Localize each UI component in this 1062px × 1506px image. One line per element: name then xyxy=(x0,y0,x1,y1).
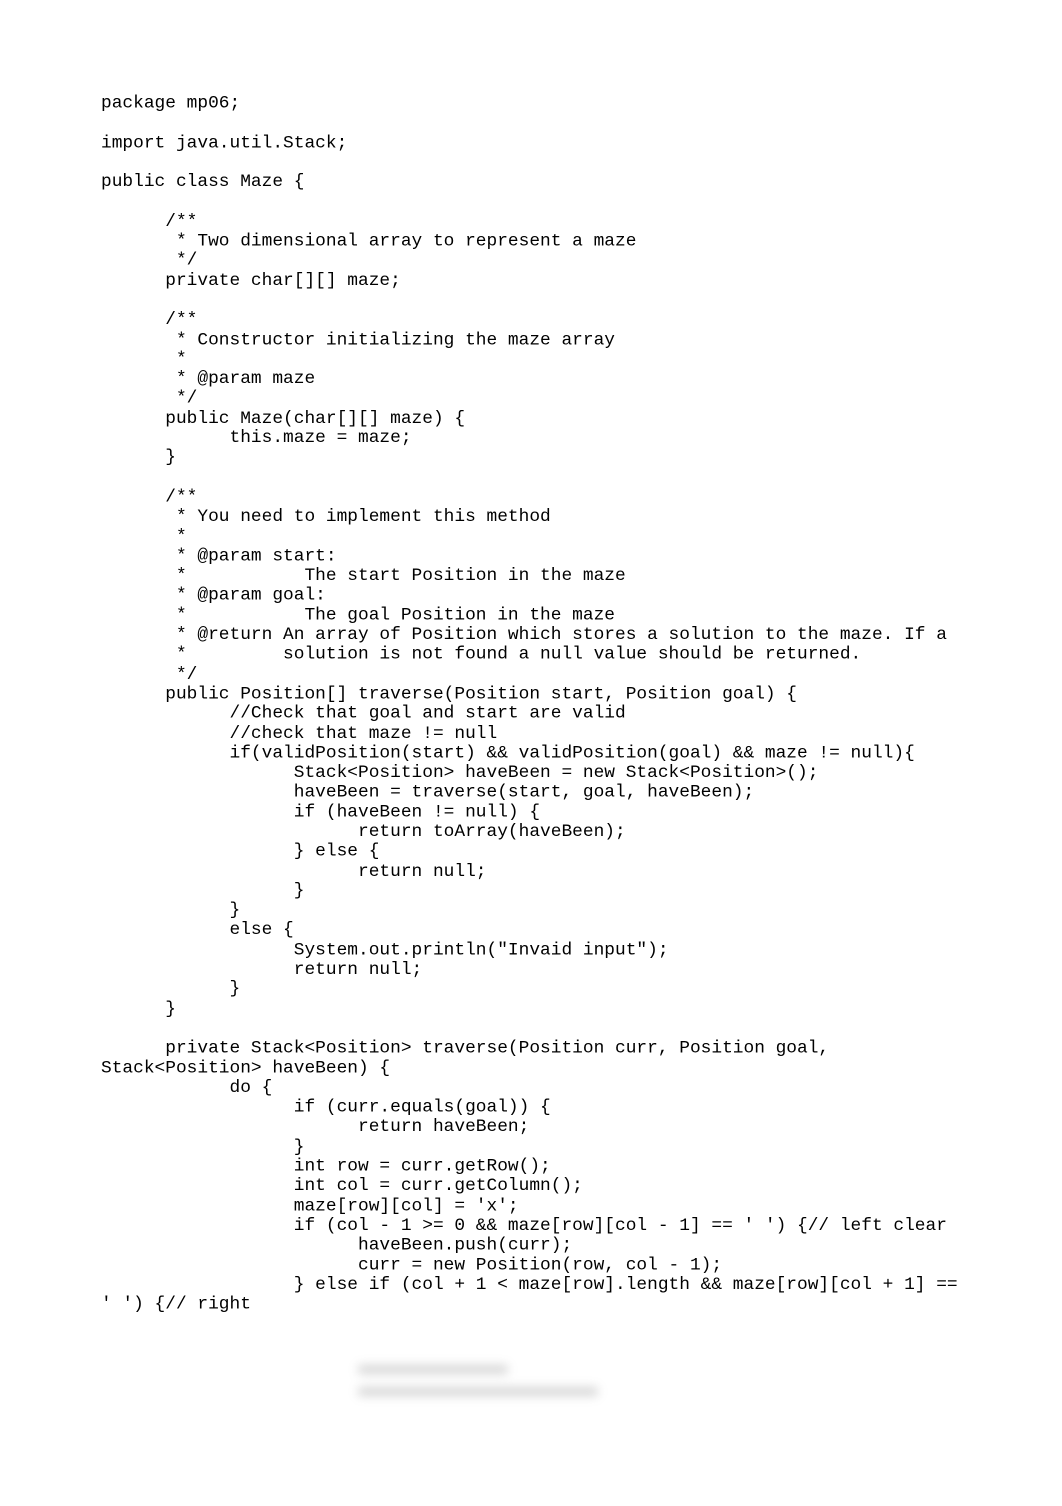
code-line: int row = curr.getRow(); xyxy=(101,1157,551,1177)
code-line: * xyxy=(101,349,187,370)
code-line: */ xyxy=(101,389,198,409)
blurred-line xyxy=(358,1387,598,1396)
code-line: public class Maze { xyxy=(101,172,305,193)
code-line: Stack<Position> haveBeen) { xyxy=(101,1058,391,1079)
code-line: * @param maze xyxy=(101,369,316,390)
code-line: return toArray(haveBeen); xyxy=(101,822,626,842)
code-line: System.out.println("Invaid input"); xyxy=(101,940,669,960)
code-line: * Constructor initializing the maze arra… xyxy=(101,330,615,350)
code-line: } else if (col + 1 < maze[row].length &&… xyxy=(101,1275,958,1295)
code-line: this.maze = maze; xyxy=(101,428,412,449)
code-line: * You need to implement this method xyxy=(101,507,551,527)
code-line: } xyxy=(101,448,176,468)
code-line: return null; xyxy=(101,960,423,980)
code-line: } else { xyxy=(101,842,380,862)
code-line: /** xyxy=(101,487,198,508)
code-line: */ xyxy=(101,251,198,271)
code-line: } xyxy=(101,979,241,1000)
blurred-preview-text xyxy=(350,1355,610,1405)
code-line: package mp06; xyxy=(101,94,241,114)
code-listing: package mp06; import java.util.Stack; publ… xyxy=(101,94,958,1315)
code-line: return null; xyxy=(101,861,487,882)
code-line: */ xyxy=(101,664,198,685)
code-line: //Check that goal and start are valid xyxy=(101,704,626,724)
code-line: if(validPosition(start) && validPosition… xyxy=(101,743,915,764)
code-line: do { xyxy=(101,1078,273,1098)
code-line: import java.util.Stack; xyxy=(101,133,348,153)
code-line: * The start Position in the maze xyxy=(101,566,626,586)
code-line: * xyxy=(101,527,187,547)
code-line: } xyxy=(101,881,305,901)
code-line: if (curr.equals(goal)) { xyxy=(101,1098,551,1118)
code-line: return haveBeen; xyxy=(101,1117,530,1138)
code-line: * Two dimensional array to represent a m… xyxy=(101,231,637,252)
document-page: package mp06; import java.util.Stack; publ… xyxy=(0,0,1062,1506)
code-line: ' ') {// right xyxy=(101,1294,251,1315)
code-line: maze[row][col] = 'x'; xyxy=(101,1196,519,1216)
code-line: public Maze(char[][] maze) { xyxy=(101,409,466,429)
code-line: * solution is not found a null value sho… xyxy=(101,645,862,665)
blurred-line xyxy=(358,1365,508,1374)
code-line: private Stack<Position> traverse(Positio… xyxy=(101,1039,830,1059)
code-line: haveBeen.push(curr); xyxy=(101,1235,573,1256)
code-line: int col = curr.getColumn(); xyxy=(101,1176,583,1197)
code-line: Stack<Position> haveBeen = new Stack<Pos… xyxy=(101,763,819,783)
code-line: private char[][] maze; xyxy=(101,271,401,291)
code-line: * @param goal: xyxy=(101,586,326,606)
code-line: } xyxy=(101,901,241,921)
code-line: /** xyxy=(101,212,198,232)
code-line: } xyxy=(101,1137,305,1157)
code-line: curr = new Position(row, col - 1); xyxy=(101,1255,723,1275)
code-line: } xyxy=(101,999,176,1020)
code-line: * The goal Position in the maze xyxy=(101,605,615,626)
code-line: /** xyxy=(101,310,198,330)
code-line: public Position[] traverse(Position star… xyxy=(101,684,798,705)
code-line: //check that maze != null xyxy=(101,724,498,744)
code-line: else { xyxy=(101,920,294,941)
code-line: if (haveBeen != null) { xyxy=(101,802,541,823)
code-line: haveBeen = traverse(start, goal, haveBee… xyxy=(101,783,755,803)
code-line: * @param start: xyxy=(101,546,337,567)
code-line: * @return An array of Position which sto… xyxy=(101,625,947,645)
code-line: if (col - 1 >= 0 && maze[row][col - 1] =… xyxy=(101,1216,947,1236)
